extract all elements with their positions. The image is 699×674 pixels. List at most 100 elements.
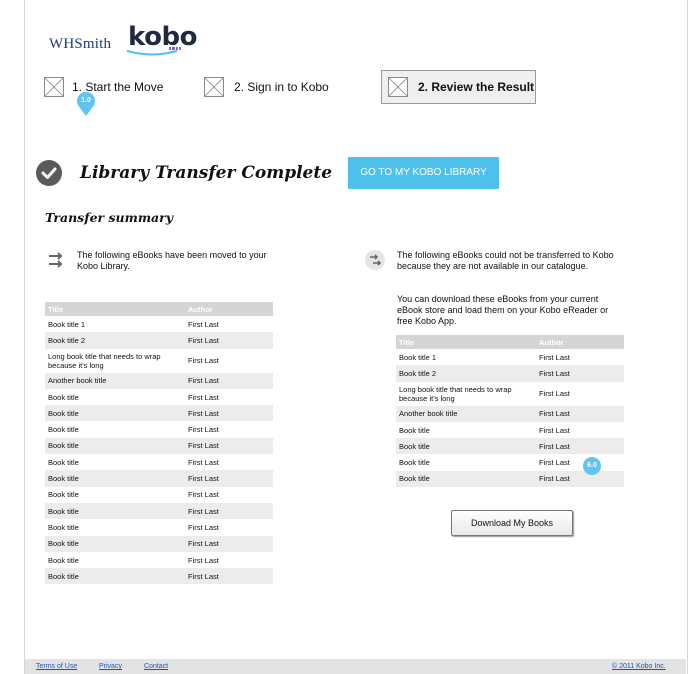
book-title-cell: Book title: [48, 392, 79, 402]
book-title-cell: Book title: [45, 470, 185, 487]
book-author-cell: First Last: [185, 372, 273, 389]
book-author-cell: First Last: [539, 389, 570, 399]
book-title-cell: Book title 1: [48, 319, 86, 329]
table-row: Book title First Last: [45, 454, 273, 470]
footer-link-terms[interactable]: Terms of Use: [36, 663, 77, 670]
book-title-cell: Book title: [45, 502, 185, 520]
book-author-cell: First Last: [188, 356, 219, 366]
book-title-cell: Another book title: [45, 372, 185, 389]
image-placeholder-icon: [204, 77, 224, 97]
step-label: 2. Sign in to Kobo: [234, 80, 329, 94]
step-start-move[interactable]: 1. Start the Move: [44, 77, 163, 97]
table-row: Book title 2 First Last: [45, 332, 273, 349]
kobo-dot: [175, 47, 178, 50]
book-title-cell: Book title: [45, 437, 185, 455]
footer: [25, 659, 686, 674]
book-title-cell: Book title: [399, 458, 430, 468]
book-title-cell: Long book title that needs to wrap becau…: [48, 351, 161, 370]
book-author-cell: First Last: [188, 392, 219, 402]
book-author-cell: First Last: [185, 502, 273, 520]
summary-heading: Transfer summary: [45, 210, 173, 225]
kobo-dot: [169, 47, 172, 50]
not-moved-description: The following eBooks could not be transf…: [397, 250, 614, 271]
book-author-cell: First Last: [188, 319, 219, 329]
kobo-dots: [169, 47, 181, 51]
table-row: Book title First Last: [45, 568, 273, 585]
moved-books-table: Title Author Book title 1 First Last Book …: [45, 302, 273, 585]
book-title-cell: Book title: [48, 522, 79, 532]
book-title-cell: Book title: [45, 535, 185, 552]
book-title-cell: Another book title: [396, 405, 536, 422]
footer-link-privacy[interactable]: Privacy: [99, 663, 122, 670]
moved-description: The following eBooks have been moved to …: [77, 250, 267, 271]
copyright-link[interactable]: © 2011 Kobo Inc.: [612, 663, 666, 670]
book-title-cell: Book title: [399, 425, 430, 435]
book-author-cell: First Last: [185, 405, 273, 422]
table-row: Book title First Last: [45, 535, 273, 552]
book-author-cell: First Last: [188, 522, 219, 532]
table-row: Long book title that needs to wrap becau…: [396, 382, 624, 406]
table-row: Book title First Last: [396, 438, 624, 455]
book-author-cell: First Last: [188, 555, 219, 565]
book-author-cell: First Last: [536, 405, 624, 422]
book-author-cell: First Last: [539, 352, 570, 362]
book-author-cell: First Last: [536, 365, 624, 382]
book-author-cell: First Last: [185, 568, 273, 585]
book-author-cell: First Last: [185, 437, 273, 455]
column-header-author: Author: [185, 302, 273, 316]
kobo-dot: [178, 47, 181, 50]
table-row: Book title 2 First Last: [396, 365, 624, 382]
book-title-cell: Book title: [45, 568, 185, 585]
book-title-cell: Book title: [48, 555, 79, 565]
page-title: Library Transfer Complete: [80, 163, 333, 183]
step-label: 2. Review the Result: [418, 80, 535, 94]
transfer-arrows-icon: [49, 252, 63, 268]
book-title-cell: Book title 2: [45, 332, 185, 349]
book-title-cell: Book title: [48, 457, 79, 467]
book-author-cell: First Last: [185, 332, 273, 349]
table-row: Book title First Last: [45, 421, 273, 437]
book-author-cell: First Last: [188, 425, 219, 435]
table-row: Book title 1 First Last: [45, 316, 273, 332]
book-author-cell: First Last: [536, 438, 624, 455]
download-note: You can download these eBooks from your …: [397, 294, 609, 326]
book-title-cell: Book title: [396, 470, 536, 488]
book-title-cell: Book title: [396, 438, 536, 455]
go-to-library-button[interactable]: GO TO MY KOBO LIBRARY: [348, 157, 499, 189]
book-author-cell: First Last: [539, 425, 570, 435]
table-row: Book title First Last: [396, 422, 624, 438]
table-header-row: Title Author: [45, 302, 273, 316]
check-icon: [36, 160, 62, 186]
table-row: Book title First Last: [45, 519, 273, 535]
step-sign-in[interactable]: 2. Sign in to Kobo: [204, 77, 329, 97]
table-header-row: Title Author: [396, 335, 624, 349]
book-title-cell: Book title: [48, 425, 79, 435]
annotation-marker: 6.0: [583, 457, 601, 475]
book-author-cell: First Last: [539, 458, 570, 468]
table-row: Book title First Last: [45, 502, 273, 520]
column-header-author: Author: [536, 335, 624, 349]
footer-link-contact[interactable]: Contact: [144, 663, 168, 670]
download-my-books-button[interactable]: Download My Books: [451, 510, 573, 536]
kobo-dot: [172, 47, 175, 50]
table-row: Long book title that needs to wrap becau…: [45, 349, 273, 373]
table-row: Book title First Last: [45, 405, 273, 422]
table-row: Book title First Last: [45, 487, 273, 503]
book-author-cell: First Last: [536, 470, 624, 488]
table-row: Book title First Last: [45, 470, 273, 487]
annotation-marker: 1.0: [77, 92, 95, 116]
book-title-cell: Book title: [45, 405, 185, 422]
image-placeholder-icon: [388, 77, 408, 97]
book-title-cell: Book title: [48, 490, 79, 500]
book-author-cell: First Last: [188, 490, 219, 500]
kobo-logo[interactable]: kobo: [128, 22, 197, 52]
book-author-cell: First Last: [185, 535, 273, 552]
table-row: Another book title First Last: [396, 405, 624, 422]
image-placeholder-icon: [44, 77, 64, 97]
book-author-cell: First Last: [185, 470, 273, 487]
table-row: Book title First Last: [45, 389, 273, 405]
table-row: Book title 1 First Last: [396, 349, 624, 365]
step-review-result[interactable]: 2. Review the Result: [381, 70, 536, 104]
whsmith-logo[interactable]: WHSmith: [49, 36, 111, 53]
transfer-failed-icon: [365, 250, 385, 270]
